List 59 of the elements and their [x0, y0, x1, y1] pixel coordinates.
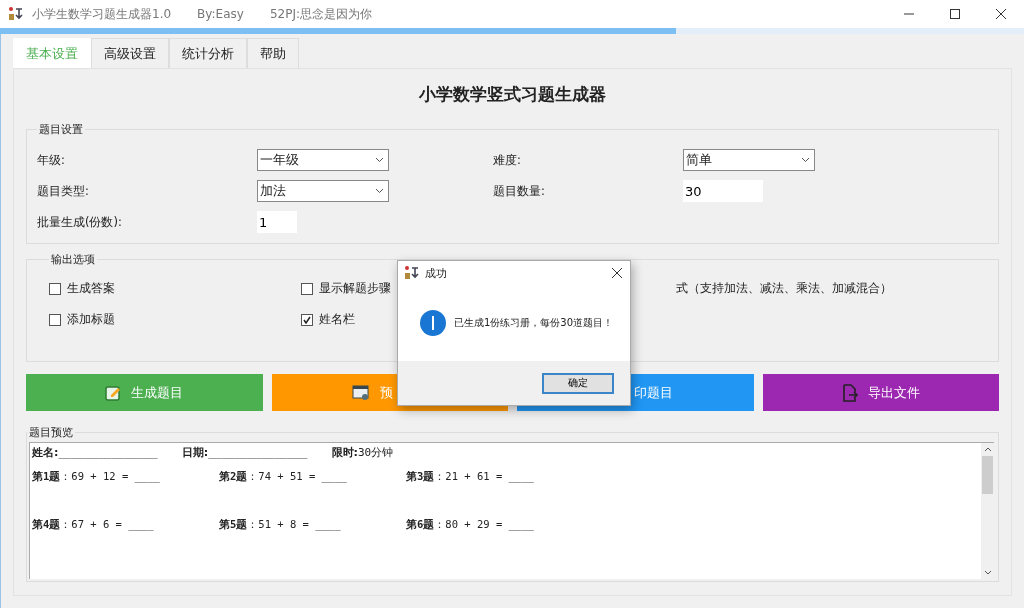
header-text: 姓名:_______________ — [32, 445, 158, 460]
group-label: 题目设置 — [38, 123, 84, 137]
scroll-up-icon[interactable] — [983, 447, 992, 452]
app-icon — [404, 265, 420, 281]
scrollbar[interactable] — [981, 443, 994, 579]
field-label: 题目数量: — [493, 182, 546, 200]
checkbox[interactable] — [49, 313, 61, 326]
field-label: 难度: — [493, 151, 522, 169]
checkbox[interactable] — [301, 313, 313, 326]
page-heading: 小学数学竖式习题生成器 — [418, 83, 607, 106]
tab[interactable]: 帮助 — [247, 38, 299, 68]
field-label: 题目类型: — [37, 182, 90, 200]
window-icon — [351, 384, 370, 401]
checkbox-label: 显示解题步骤 — [319, 281, 391, 296]
header-text: 限时:30分钟 — [331, 445, 394, 460]
checkbox-label: 添加标题 — [67, 312, 115, 327]
header-text: 日期:_______________ — [181, 445, 308, 460]
problem-text: 第1题：69 + 12 = ____ — [32, 470, 161, 484]
checkbox[interactable] — [301, 282, 313, 295]
export-icon — [841, 383, 858, 402]
dropdown[interactable]: 一年级 — [257, 149, 389, 171]
caret-icon — [375, 157, 384, 163]
dropdown[interactable]: 加法 — [257, 180, 389, 202]
input-field[interactable]: 30 — [683, 180, 763, 202]
input-field[interactable]: 1 — [257, 211, 297, 233]
group-label: 输出选项 — [50, 252, 96, 267]
option-label: 式（支持加法、减法、乘法、加减混合） — [675, 281, 893, 296]
dialog-title: 成功 — [425, 265, 447, 281]
tab[interactable]: 统计分析 — [169, 38, 247, 68]
action-button[interactable]: 导出文件 — [762, 374, 999, 411]
window-title: 小学生数学习题生成器1.0 — [32, 5, 172, 23]
problem-text: 第3题：21 + 61 = ____ — [406, 470, 535, 484]
field-label: 批量生成(份数): — [37, 213, 123, 231]
scroll-thumb[interactable] — [982, 456, 993, 494]
group-label: 题目预览 — [28, 425, 74, 440]
close-icon[interactable] — [996, 9, 1006, 19]
checkbox-label: 生成答案 — [67, 281, 115, 296]
dialog-message: 已生成1份练习册，每份30道题目！ — [454, 316, 614, 330]
checkbox[interactable] — [49, 282, 61, 295]
app-icon — [8, 6, 24, 22]
caret-icon — [375, 188, 384, 194]
maximize-icon[interactable] — [950, 9, 960, 19]
problem-text: 第2题：74 + 51 = ____ — [219, 470, 348, 484]
caret-icon — [801, 157, 810, 163]
problem-text: 第5题：51 + 8 = ____ — [219, 518, 342, 532]
tab[interactable]: 高级设置 — [91, 38, 169, 68]
close-icon[interactable] — [612, 268, 622, 278]
author-text: By:Easy — [197, 7, 244, 21]
edit-icon — [105, 384, 122, 401]
checkbox-label: 姓名栏 — [319, 312, 355, 327]
ok-button[interactable]: 确定 — [542, 372, 614, 394]
field-label: 年级: — [37, 151, 66, 169]
scroll-down-icon[interactable] — [983, 570, 992, 575]
preview-text-area[interactable]: 姓名:_______________ 日期:_______________ 限时:30分钟 第1题：69 + 12 = ____ 第2题：74 + 51 = ____ 第3题：21 + 61 = ____ 第4题：67 + 6 = ____ 第5题：51 + 8 = ____ 第6题：80 + 29 = ____ — [29, 442, 994, 579]
info-icon — [420, 310, 446, 336]
credit-text: 52PJ:思念是因为你 — [269, 5, 372, 23]
problem-text: 第4题：67 + 6 = ____ — [32, 518, 155, 532]
problem-text: 第6题：80 + 29 = ____ — [406, 518, 535, 532]
dropdown[interactable]: 简单 — [683, 149, 815, 171]
